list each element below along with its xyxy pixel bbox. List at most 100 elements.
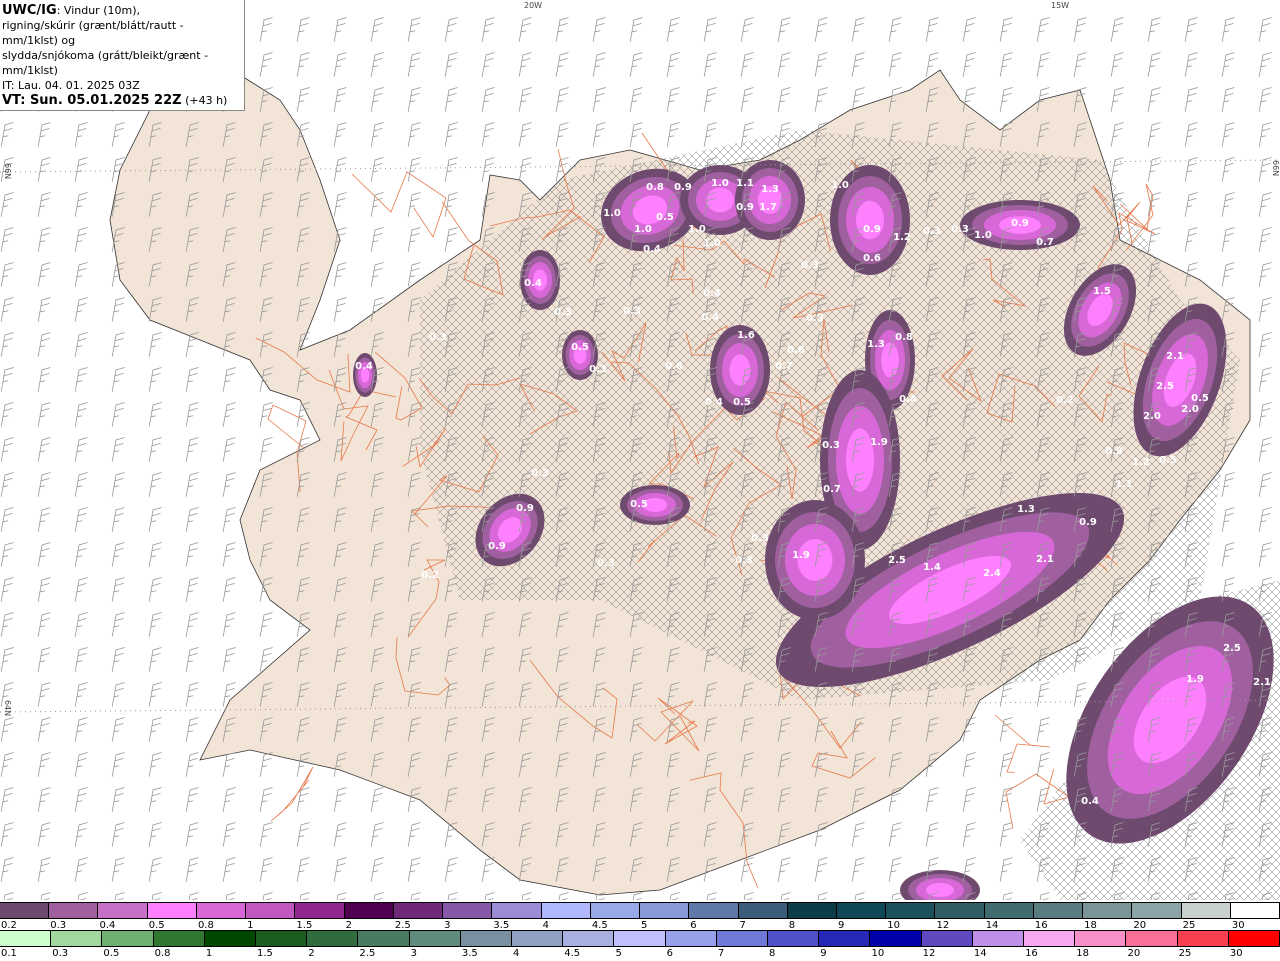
rain-legend-swatch (1075, 931, 1127, 946)
precip-label: 0.3 (801, 260, 819, 271)
snow-legend-swatch (984, 903, 1034, 918)
precip-label: 0.4 (1081, 796, 1099, 807)
precip-label: 1.0 (634, 224, 652, 235)
rain-legend-swatch (716, 931, 769, 946)
precip-label: 0.4 (701, 312, 719, 323)
rain-legend-label: 16 (1025, 948, 1038, 959)
rain-legend-swatch (1228, 931, 1280, 946)
precip-label: 0.7 (823, 484, 841, 495)
rain-legend-swatch (1024, 931, 1076, 946)
rain-legend-label: 25 (1178, 948, 1192, 959)
rain-legend-label: 20 (1127, 948, 1141, 959)
rain-legend-swatch (972, 931, 1025, 946)
rain-legend-label: 3 (410, 948, 417, 959)
rain-legend-label: 14 (973, 948, 987, 959)
lon-label-20w: 20W (524, 1, 543, 10)
rain-legend-label: 0.5 (103, 948, 120, 959)
rain-legend-swatch (0, 931, 52, 946)
title-line2: rigning/skúrir (grænt/blátt/rautt - mm/1… (2, 19, 184, 47)
rain-legend-swatch (819, 931, 871, 946)
precip-label: 0.3 (589, 364, 607, 375)
snow-legend-swatch (196, 903, 247, 918)
precip-label: 0.9 (516, 503, 534, 514)
rain-legend-label: 8 (769, 948, 776, 959)
rain-legend-label: 7 (717, 948, 725, 959)
rain-legend-swatch (1177, 931, 1229, 946)
precip-label: 0.5 (1159, 455, 1177, 466)
precip-label: 1.1 (1115, 479, 1133, 490)
snow-legend-swatch (738, 903, 788, 918)
rain-legend-swatch (409, 931, 461, 946)
precip-label: 2.0 (1181, 404, 1199, 415)
snow-area (735, 160, 805, 240)
precip-label: 0.9 (488, 541, 506, 552)
rain-legend-swatch (512, 931, 564, 946)
rain-legend-label: 0.8 (154, 948, 171, 959)
snow-legend-swatch (1230, 903, 1280, 918)
precip-label: 0.2 (1056, 395, 1074, 406)
precip-label: 0.5 (630, 499, 648, 510)
precip-label: 0.9 (674, 182, 692, 193)
precip-label: 0.9 (863, 224, 881, 235)
rain-legend-label: 30 (1229, 948, 1243, 959)
rain-legend-label: 4 (513, 948, 520, 959)
precip-label: 0.3 (623, 306, 641, 317)
lon-label-15w: 15W (1051, 1, 1070, 10)
snow-legend-swatch (787, 903, 837, 918)
precip-label: 1.3 (761, 184, 779, 195)
precip-label: 0.8 (646, 182, 664, 193)
precip-label: 1.9 (1186, 674, 1204, 685)
rain-legend-swatch (665, 931, 717, 946)
rain-legend-label: 5 (615, 948, 622, 959)
rain-legend-swatch (256, 931, 308, 946)
precip-label: 0.5 (1191, 393, 1209, 404)
precip-label: 1.9 (870, 437, 888, 448)
precip-label: 0.4 (899, 394, 917, 405)
snow-legend-swatch (541, 903, 591, 918)
snow-legend-swatch (1132, 903, 1182, 918)
snow-area (353, 353, 377, 397)
precip-label: 2.0 (1143, 411, 1161, 422)
precip-label: 0.6 (863, 253, 881, 264)
precip-label: 2.4 (983, 568, 1001, 579)
precip-label: 0.7 (1036, 237, 1054, 248)
snow-legend-swatch (836, 903, 887, 918)
snow-legend-swatch (393, 903, 444, 918)
precip-label: 0.3 (735, 555, 753, 566)
snow-legend-swatch (147, 903, 197, 918)
snow-legend-swatch (886, 903, 936, 918)
rain-legend-swatch (204, 931, 257, 946)
precip-label: 0.6 (665, 361, 683, 372)
rain-legend-swatch (1126, 931, 1178, 946)
precip-label: 1.2 (1132, 457, 1150, 468)
rain-legend-swatch (358, 931, 410, 946)
rain-legend-label: 4.5 (564, 948, 581, 959)
snow-legend-swatch (1083, 903, 1133, 918)
precip-label: 1.7 (759, 202, 777, 213)
precip-label: 0.9 (1011, 218, 1029, 229)
rain-legend-label: 0.1 (1, 948, 17, 959)
precip-label: 0.9 (736, 202, 754, 213)
rain-legend-label: 9 (820, 948, 827, 959)
snow-legend-swatch (492, 903, 542, 918)
precip-label: 0.6 (787, 345, 805, 356)
rain-legend-swatch (870, 931, 922, 946)
precip-label: 0.3 (951, 224, 969, 235)
precip-label: 0.3 (751, 533, 769, 544)
rain-legend-label: 1 (205, 948, 213, 959)
precip-label: 1.0 (688, 224, 706, 235)
precip-label: 1.6 (737, 330, 755, 341)
snow-legend: 0.2 0.3 0.4 0.5 0.8 1 1.5 2 2.5 3 3.5 4 4.5 5 6 7 8 9 10 12… (0, 902, 1280, 932)
model-name: UWC/IG (2, 3, 57, 18)
rain-legend-label: 0.3 (52, 948, 69, 959)
rain-legend-label: 1.5 (257, 948, 273, 959)
precip-label: 1.3 (1017, 504, 1035, 515)
rain-legend-swatch (153, 931, 205, 946)
precip-label: 0.5 (733, 397, 751, 408)
rain-legend-label: 12 (922, 948, 936, 959)
title-line1: : Vindur (10m), (56, 4, 140, 17)
snow-legend-swatch (98, 903, 148, 918)
precip-label: 0.4 (705, 397, 723, 408)
precip-label: 1.2 (893, 232, 911, 243)
precip-label: 1.5 (1093, 286, 1111, 297)
